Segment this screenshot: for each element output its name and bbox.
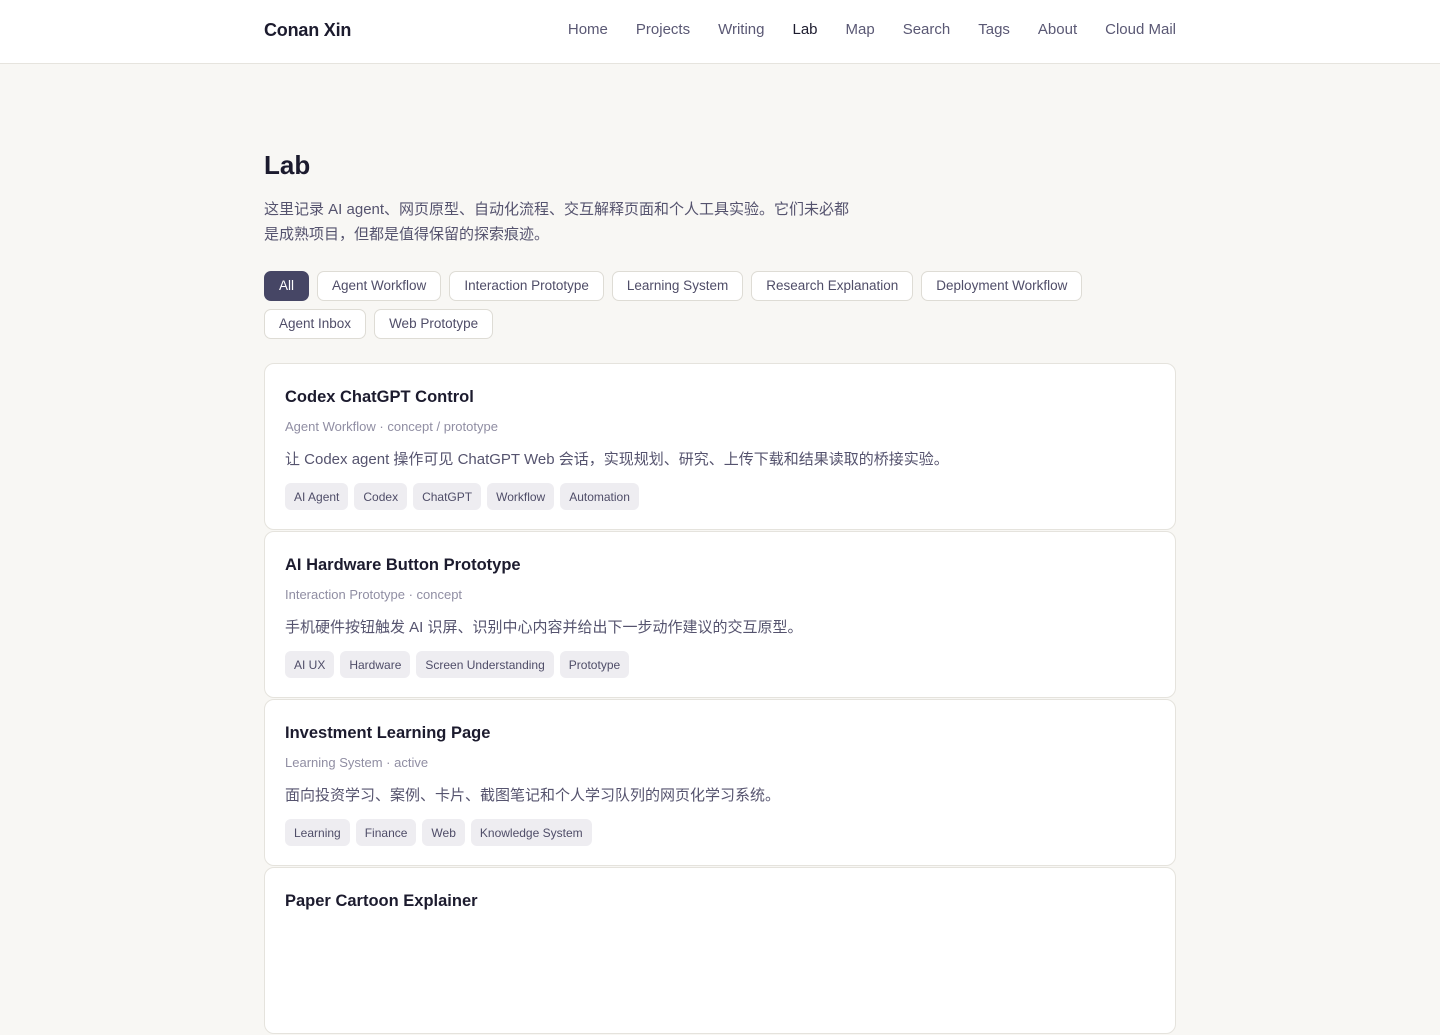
tag-knowledge-system[interactable]: Knowledge System [470, 819, 592, 846]
page-title: Lab [264, 150, 311, 180]
page-intro: 这里记录 AI agent、网页原型、自动化流程、交互解释页面和个人工具实验。它… [264, 201, 850, 243]
lab-item-tags: AI Agent Codex ChatGPT Workflow Automation [285, 483, 1155, 510]
nav-link-map[interactable]: Map [846, 21, 875, 38]
filter-chip-research-explanation[interactable]: Research Explanation [751, 271, 914, 301]
top-navigation-bar: Conan Xin Home Projects Writing Lab Map Searc… [0, 0, 1440, 64]
nav-link-projects[interactable]: Projects [636, 21, 690, 38]
nav-link-tags[interactable]: Tags [978, 21, 1010, 38]
lab-item-list: Codex ChatGPT Control Agent Workflow · co… [264, 363, 1176, 1035]
main-nav: Home Projects Writing Lab Map Search Tags About… [568, 21, 1176, 38]
filter-chip-web-prototype[interactable]: Web Prototype [374, 309, 494, 339]
tag-prototype[interactable]: Prototype [559, 651, 630, 678]
lab-item-description: 面向投资学习、案例、卡片、截图笔记和个人学习队列的网页化学习系统。 [285, 787, 781, 804]
nav-link-writing[interactable]: Writing [718, 21, 764, 38]
lab-item-card[interactable]: Paper Cartoon Explainer [264, 867, 1176, 1034]
tag-chatgpt[interactable]: ChatGPT [413, 483, 482, 510]
tag-ai-ux[interactable]: AI UX [285, 651, 335, 678]
tag-screen-understanding[interactable]: Screen Understanding [416, 651, 554, 678]
lab-item-meta: Learning System · active [285, 755, 429, 770]
lab-item-description: 手机硬件按钮触发 AI 识屏、识别中心内容并给出下一步动作建议的交互原型。 [285, 619, 803, 636]
tag-learning[interactable]: Learning [285, 819, 350, 846]
filter-chip-agent-workflow[interactable]: Agent Workflow [317, 271, 442, 301]
site-brand-link[interactable]: Conan Xin [264, 20, 351, 41]
tag-ai-agent[interactable]: AI Agent [285, 483, 349, 510]
filter-chip-deployment-workflow[interactable]: Deployment Workflow [921, 271, 1083, 301]
filter-chip-interaction-prototype[interactable]: Interaction Prototype [449, 271, 604, 301]
lab-item-tags: Learning Finance Web Knowledge System [285, 819, 1155, 846]
filter-chip-agent-inbox[interactable]: Agent Inbox [264, 309, 367, 339]
lab-item-tags: AI UX Hardware Screen Understanding Prototy… [285, 651, 1155, 678]
filter-chip-learning-system[interactable]: Learning System [611, 271, 744, 301]
category-filter-bar: All Agent Workflow Interaction Prototype Le… [264, 271, 1176, 339]
lab-item-card[interactable]: Codex ChatGPT Control Agent Workflow · co… [264, 363, 1176, 530]
lab-item-card[interactable]: AI Hardware Button Prototype Interaction … [264, 531, 1176, 698]
lab-item-description: 让 Codex agent 操作可见 ChatGPT Web 会话，实现规划、研… [285, 451, 949, 468]
lab-item-meta: Interaction Prototype · concept [285, 587, 463, 602]
tag-codex[interactable]: Codex [354, 483, 408, 510]
nav-link-lab[interactable]: Lab [792, 21, 817, 38]
tag-finance[interactable]: Finance [355, 819, 417, 846]
tag-hardware[interactable]: Hardware [340, 651, 411, 678]
tag-workflow[interactable]: Workflow [487, 483, 555, 510]
nav-link-search[interactable]: Search [903, 21, 951, 38]
filter-chip-all[interactable]: All [264, 271, 310, 301]
lab-item-title[interactable]: Codex ChatGPT Control [285, 388, 1155, 408]
nav-link-home[interactable]: Home [568, 21, 608, 38]
tag-automation[interactable]: Automation [560, 483, 639, 510]
lab-item-title[interactable]: Investment Learning Page [285, 724, 1155, 744]
lab-item-title[interactable]: Paper Cartoon Explainer [285, 892, 1155, 912]
tag-web[interactable]: Web [422, 819, 465, 846]
nav-link-cloud-mail[interactable]: Cloud Mail [1105, 21, 1176, 38]
nav-link-about[interactable]: About [1038, 21, 1077, 38]
lab-item-card[interactable]: Investment Learning Page Learning System … [264, 699, 1176, 866]
lab-item-meta: Agent Workflow · concept / prototype [285, 419, 498, 434]
lab-item-title[interactable]: AI Hardware Button Prototype [285, 556, 1155, 576]
